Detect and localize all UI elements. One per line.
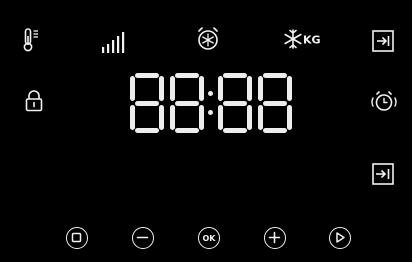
time-digit — [130, 73, 164, 133]
signal-bars-icon — [101, 30, 129, 54]
thermometer-icon — [23, 28, 41, 52]
time-digit — [218, 73, 252, 133]
defrost-weight-unit: KG — [303, 34, 321, 47]
start-time-button[interactable] — [372, 163, 394, 185]
stop-button[interactable] — [66, 227, 88, 249]
time-digit — [258, 73, 292, 133]
minus-icon — [136, 236, 149, 239]
child-lock-button[interactable] — [25, 90, 43, 112]
alarm-clock-icon — [371, 91, 397, 111]
time-digit — [170, 73, 204, 133]
plus-icon — [268, 231, 281, 244]
time-separator-dot — [208, 110, 213, 115]
minus-button[interactable] — [132, 227, 154, 249]
stop-icon — [71, 232, 82, 243]
plus-button[interactable] — [264, 227, 286, 249]
end-time-button[interactable] — [372, 30, 394, 52]
alarm-button[interactable] — [370, 90, 398, 112]
time-separator-dot — [208, 91, 213, 96]
play-button[interactable] — [329, 227, 351, 249]
play-icon — [336, 232, 345, 243]
timer-snowflake-icon — [196, 26, 220, 52]
start-time-icon — [372, 163, 394, 185]
ok-button[interactable]: OK — [198, 227, 220, 249]
defrost-kg-icon: KG — [284, 28, 324, 50]
time-display — [130, 73, 292, 133]
oven-control-panel: KG OK — [0, 0, 412, 262]
padlock-icon — [25, 90, 43, 112]
ok-label: OK — [202, 233, 216, 243]
end-time-icon — [372, 30, 394, 52]
